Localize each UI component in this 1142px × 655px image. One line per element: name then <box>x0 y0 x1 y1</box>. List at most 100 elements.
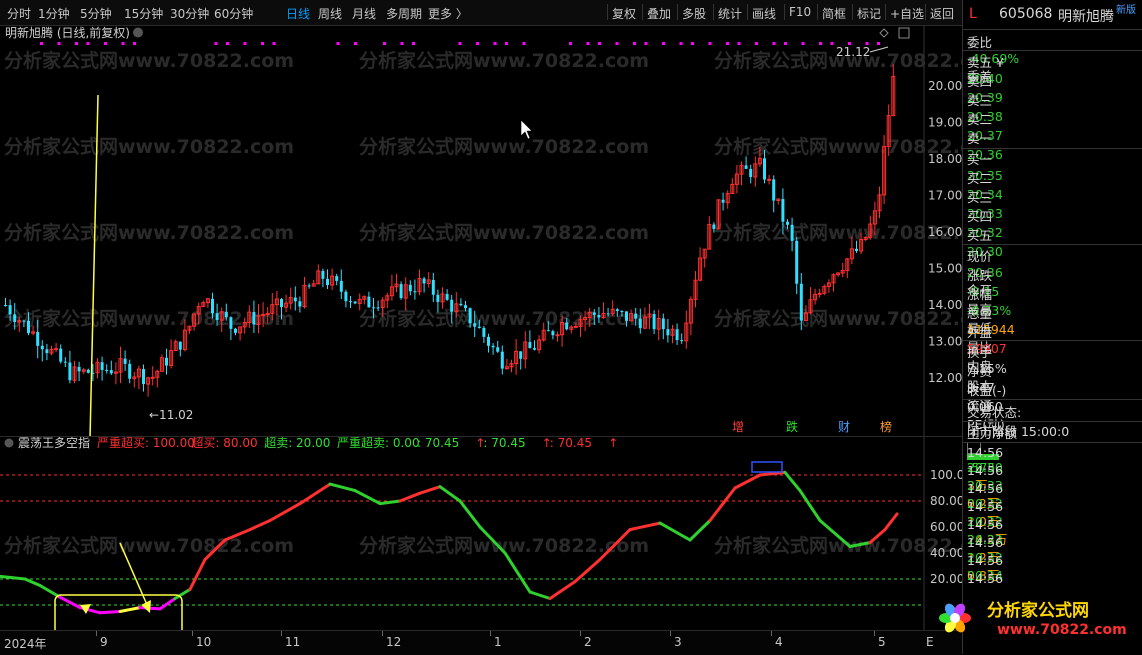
bid-row[interactable]: 买二 20.34 <box>967 168 1139 202</box>
candle-body <box>464 305 467 309</box>
chart-settings-icon[interactable] <box>133 27 143 38</box>
toolbar-action-9[interactable]: 返回 <box>930 5 954 22</box>
stock-code: 605068 <box>999 6 1053 22</box>
ask-label: 卖三 <box>967 93 993 108</box>
candle-body <box>367 296 371 308</box>
signal-dot <box>86 42 90 45</box>
signal-dot <box>476 42 479 45</box>
signal-dot <box>383 42 386 45</box>
toolbar-separator <box>607 4 608 20</box>
ask-row[interactable]: 卖四 20.39 <box>967 71 1139 105</box>
date-tick <box>670 631 671 636</box>
bid-row[interactable]: 买五 20.30 <box>967 225 1139 259</box>
quote-stat-row: 收益(-) 0.060 PE(动) <box>967 380 1139 432</box>
chart-title: 明新旭腾 (日线,前复权) <box>5 25 130 40</box>
tick-row: 14:56 20.32 24.2万 <box>967 499 1139 547</box>
period-tab-0[interactable]: 分时 <box>7 5 31 22</box>
toolbar-action-1[interactable]: 叠加 <box>647 5 671 22</box>
oscillator-segment <box>353 489 382 506</box>
tick-row: 14:5620.342.2万 <box>967 553 1139 601</box>
date-axis-label: 2024年 <box>4 637 47 651</box>
period-tab-3[interactable]: 15分钟 <box>124 5 163 22</box>
window-toggle-icon[interactable] <box>898 27 910 39</box>
period-tab-6[interactable]: 日线 <box>286 5 310 22</box>
ask-row[interactable]: 卖二 20.37 <box>967 109 1139 143</box>
event-badge-1[interactable]: 跌 <box>786 419 798 434</box>
period-tab-10[interactable]: 更多 〉 <box>428 5 468 22</box>
osc-tick-label: 100.0 <box>930 468 962 482</box>
tick-row: 14:56 20.32 0.8万 <box>967 535 1139 583</box>
date-axis-label: 1 <box>494 635 502 649</box>
indicator-param: : 70.45 <box>483 437 525 450</box>
signal-dot <box>493 42 497 45</box>
event-badge-2[interactable]: 财 <box>838 420 850 434</box>
toolbar-action-3[interactable]: 统计 <box>718 5 742 22</box>
candle-body <box>4 305 7 306</box>
toolbar-action-7[interactable]: 标记 <box>857 5 881 22</box>
date-tick <box>490 631 491 636</box>
ask-row[interactable]: 卖一 20.36 <box>967 128 1139 162</box>
oscillator-chart[interactable]: 分析家公式网www.70822.com 分析家公式网www.70822.com 分析… <box>0 437 962 630</box>
toolbar-action-2[interactable]: 多股 <box>682 5 706 22</box>
weibi-label: 委比 <box>967 35 993 50</box>
candle-body <box>54 348 59 351</box>
oscillator-segment <box>0 574 27 581</box>
oscillator-segment <box>418 485 442 495</box>
candle-body <box>436 294 440 302</box>
signal-dot <box>708 42 712 45</box>
bid-row[interactable]: 买三 20.33 <box>967 187 1139 221</box>
period-tab-7[interactable]: 周线 <box>318 5 342 22</box>
toolbar-action-6[interactable]: 简框 <box>822 5 846 22</box>
price-tick-label: 16.00 <box>928 225 962 239</box>
new-version-badge[interactable]: 新版 <box>1116 1 1136 16</box>
signal-dot <box>755 42 758 45</box>
signal-dot <box>633 42 636 45</box>
tick-time: 14:56 <box>967 499 1004 514</box>
candle-body <box>86 369 90 373</box>
oscillator-segment <box>158 597 177 611</box>
event-badge-3[interactable]: 榜 <box>880 419 892 434</box>
period-tab-8[interactable]: 月线 <box>352 5 376 22</box>
date-tick <box>382 631 383 636</box>
candle-body <box>399 284 403 299</box>
period-tab-4[interactable]: 30分钟 <box>170 5 209 22</box>
candle-body <box>8 305 12 315</box>
candle-body <box>13 314 17 323</box>
period-tab-9[interactable]: 多周期 <box>386 5 422 22</box>
toolbar-action-5[interactable]: F10 <box>789 5 811 19</box>
ask-row[interactable]: 卖三 20.38 <box>967 90 1139 124</box>
toolbar-action-4[interactable]: 画线 <box>752 5 776 22</box>
candle-body <box>77 366 81 372</box>
oscillator-segment <box>503 551 532 594</box>
signal-dot <box>586 42 590 45</box>
period-tab-5[interactable]: 60分钟 <box>214 5 253 22</box>
candle-body <box>344 291 348 302</box>
diamond-icon[interactable] <box>879 28 889 38</box>
candle-body <box>496 347 500 352</box>
price-tick-label: 14.00 <box>928 298 962 312</box>
candle-body <box>533 348 536 350</box>
indicator-settings-icon[interactable] <box>4 438 14 448</box>
candle-body <box>376 307 380 309</box>
bid-row[interactable]: 买四 20.32 <box>967 206 1139 240</box>
high-price-mark: 21.12 <box>836 45 870 59</box>
event-badge-0[interactable]: 增 <box>732 420 744 434</box>
candle-body <box>625 311 628 321</box>
candlestick-chart[interactable]: 分析家公式网www.70822.com 分析家公式网www.70822.com 分析… <box>0 25 962 437</box>
candle-body <box>307 285 311 287</box>
toolbar-action-0[interactable]: 复权 <box>612 5 636 22</box>
toolbar-action-8[interactable]: +自选 <box>890 5 924 22</box>
bid-row[interactable]: 买一 20.35 <box>967 149 1139 183</box>
ask-row[interactable]: 卖五 ¥20.40 <box>967 52 1139 86</box>
tick-row: 14:5620.3418.3万 <box>967 571 1139 619</box>
candle-body <box>546 330 550 332</box>
watermark-text: 分析家公式网www.70822.com <box>4 221 294 244</box>
candle-body <box>799 283 803 321</box>
period-tab-1[interactable]: 1分钟 <box>38 5 70 22</box>
bid-label: 买一 <box>967 152 993 167</box>
candle-body <box>252 312 256 325</box>
candle-body <box>749 168 753 177</box>
period-tab-2[interactable]: 5分钟 <box>80 5 112 22</box>
candle-body <box>123 358 127 364</box>
bid-label: 买四 <box>967 209 993 224</box>
